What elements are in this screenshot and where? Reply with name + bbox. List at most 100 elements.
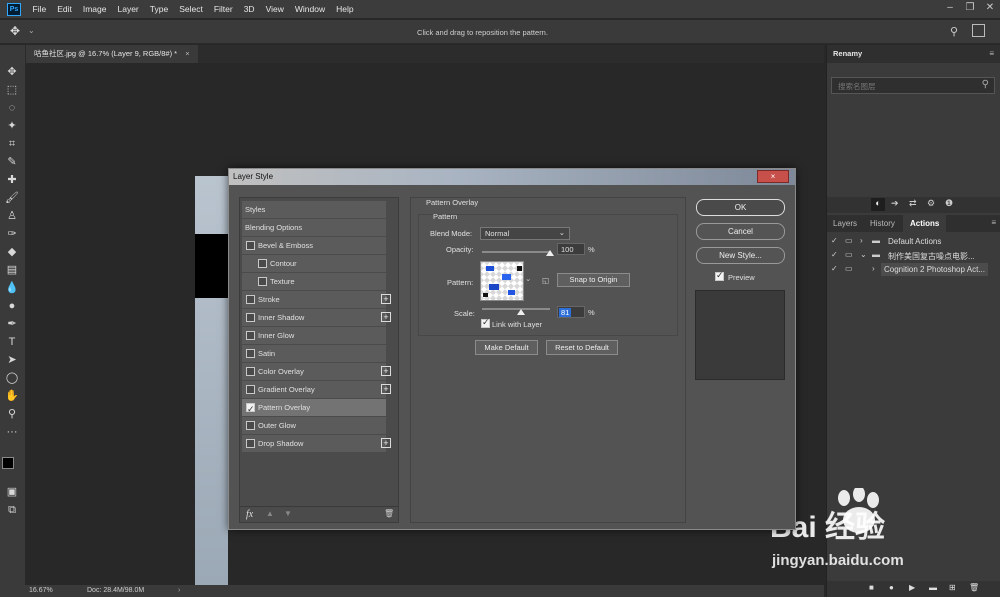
add-effect-icon[interactable]: + bbox=[381, 294, 391, 304]
checkmark-icon[interactable]: ✓ bbox=[831, 236, 838, 245]
pen-icon[interactable]: ✒ bbox=[4, 317, 20, 331]
new-style-button[interactable]: New Style... bbox=[696, 247, 785, 264]
link-with-layer-checkbox[interactable] bbox=[481, 317, 490, 328]
menu-icon[interactable]: ≡ bbox=[991, 218, 996, 227]
style-checkbox[interactable] bbox=[246, 241, 255, 250]
dodge-icon[interactable]: ● bbox=[4, 299, 20, 313]
add-effect-icon[interactable]: + bbox=[381, 366, 391, 376]
style-item-pattern-overlay[interactable]: Pattern Overlay bbox=[242, 399, 386, 418]
style-item-color-overlay[interactable]: Color Overlay + bbox=[242, 363, 391, 380]
dialog-title-bar[interactable]: Layer Style bbox=[229, 169, 795, 185]
delete-icon[interactable]: 🗑 bbox=[969, 583, 979, 592]
type-icon[interactable]: T bbox=[4, 335, 20, 349]
stop-icon[interactable]: ■ bbox=[869, 583, 874, 592]
add-effect-icon[interactable]: + bbox=[381, 438, 391, 448]
add-effect-icon[interactable]: + bbox=[381, 312, 391, 322]
menu-view[interactable]: View bbox=[260, 4, 289, 14]
stamp-icon[interactable]: ♙ bbox=[4, 209, 20, 223]
menu-window[interactable]: Window bbox=[289, 4, 330, 14]
trash-icon[interactable]: 🗑 bbox=[384, 509, 394, 518]
restore-icon[interactable]: ❐ bbox=[960, 0, 980, 18]
style-item-stroke[interactable]: Stroke + bbox=[242, 291, 391, 308]
arrow-icon[interactable]: ➔ bbox=[891, 198, 899, 209]
chevron-right-icon[interactable]: › bbox=[860, 236, 863, 245]
gradient-icon[interactable]: ▤ bbox=[4, 263, 20, 277]
scale-slider[interactable] bbox=[482, 308, 550, 315]
menu-image[interactable]: Image bbox=[77, 4, 112, 14]
opacity-slider-thumb[interactable] bbox=[546, 250, 554, 256]
eraser-icon[interactable]: ◆ bbox=[4, 245, 20, 259]
blur-icon[interactable]: 💧 bbox=[4, 281, 20, 295]
styles-header[interactable]: Styles bbox=[242, 201, 386, 218]
foreground-color-swatch[interactable] bbox=[2, 457, 14, 469]
dialog-toggle-icon[interactable]: ▭ bbox=[845, 236, 853, 245]
menu-edit[interactable]: Edit bbox=[52, 4, 78, 14]
menu-filter[interactable]: Filter bbox=[208, 4, 238, 14]
new-preset-icon[interactable]: ◱ bbox=[542, 276, 549, 285]
screen-mode-icon[interactable]: ⧉ bbox=[4, 503, 20, 517]
marquee-icon[interactable]: ⬚ bbox=[4, 83, 20, 97]
menu-file[interactable]: File bbox=[27, 4, 52, 14]
style-checkbox[interactable] bbox=[246, 421, 255, 430]
lasso-icon[interactable]: ◌ bbox=[4, 101, 20, 115]
shape-icon[interactable]: ◯ bbox=[4, 371, 20, 385]
pattern-swatch[interactable] bbox=[480, 261, 524, 301]
style-item-bevel-emboss[interactable]: Bevel & Emboss bbox=[242, 237, 386, 254]
opacity-input[interactable]: 100 bbox=[557, 243, 585, 255]
new-set-icon[interactable]: ▬ bbox=[929, 583, 937, 592]
style-checkbox[interactable] bbox=[258, 259, 267, 268]
chevron-right-icon[interactable]: › bbox=[872, 264, 875, 273]
reset-to-default-button[interactable]: Reset to Default bbox=[546, 340, 618, 355]
dialog-toggle-icon[interactable]: ▭ bbox=[845, 264, 853, 273]
style-checkbox[interactable] bbox=[246, 331, 255, 340]
style-checkbox[interactable] bbox=[246, 349, 255, 358]
style-checkbox[interactable] bbox=[246, 439, 255, 448]
crop-icon[interactable]: ⌗ bbox=[4, 137, 20, 151]
search-icon[interactable]: ⚲ bbox=[982, 79, 989, 90]
blend-mode-select[interactable]: Normal ⌄ bbox=[480, 227, 570, 240]
menu-layer[interactable]: Layer bbox=[112, 4, 144, 14]
style-item-inner-shadow[interactable]: Inner Shadow + bbox=[242, 309, 391, 326]
brush-icon[interactable]: 🖌 bbox=[4, 191, 20, 205]
scale-input[interactable]: 81 bbox=[557, 306, 585, 318]
move-icon[interactable]: ✥ bbox=[4, 65, 20, 79]
chevron-right-icon[interactable]: › bbox=[178, 587, 180, 594]
style-checkbox[interactable] bbox=[246, 385, 255, 394]
opacity-slider[interactable] bbox=[482, 250, 554, 256]
eyedropper-icon[interactable]: ✎ bbox=[4, 155, 20, 169]
close-window-icon[interactable]: ✕ bbox=[980, 0, 1000, 18]
path-select-icon[interactable]: ➤ bbox=[4, 353, 20, 367]
adjust-icon[interactable]: ⇄ bbox=[909, 198, 917, 209]
ok-button[interactable]: OK bbox=[696, 199, 785, 216]
new-action-icon[interactable]: ⊞ bbox=[949, 583, 956, 592]
menu-type[interactable]: Type bbox=[144, 4, 173, 14]
quick-mask-icon[interactable]: ▣ bbox=[4, 485, 20, 499]
style-item-contour[interactable]: Contour bbox=[242, 255, 386, 272]
history-brush-icon[interactable]: ✑ bbox=[4, 227, 20, 241]
more-tools-icon[interactable]: ··· bbox=[4, 425, 20, 439]
zoom-icon[interactable]: ⚲ bbox=[4, 407, 20, 421]
zoom-level[interactable]: 16.67% bbox=[29, 587, 53, 594]
info-icon[interactable]: ❶ bbox=[945, 198, 953, 209]
renamy-search-input[interactable]: 搜索名图层 ⚲ bbox=[831, 77, 995, 94]
tab-actions[interactable]: Actions bbox=[903, 215, 947, 232]
style-checkbox[interactable] bbox=[258, 277, 267, 286]
tab-history[interactable]: History bbox=[870, 219, 895, 228]
magic-wand-icon[interactable]: ✦ bbox=[4, 119, 20, 133]
menu-select[interactable]: Select bbox=[174, 4, 209, 14]
menu-help[interactable]: Help bbox=[331, 4, 359, 14]
move-down-icon[interactable]: ▼ bbox=[284, 509, 292, 518]
style-item-inner-glow[interactable]: Inner Glow bbox=[242, 327, 386, 344]
style-item-satin[interactable]: Satin bbox=[242, 345, 386, 362]
chevron-down-icon[interactable]: ⌄ bbox=[860, 250, 867, 259]
blending-options[interactable]: Blending Options bbox=[242, 219, 386, 236]
cancel-button[interactable]: Cancel bbox=[696, 223, 785, 240]
style-item-outer-glow[interactable]: Outer Glow bbox=[242, 417, 386, 434]
pattern-dropdown-icon[interactable]: ⌄ bbox=[525, 274, 531, 283]
move-up-icon[interactable]: ▲ bbox=[266, 509, 274, 518]
list-item[interactable]: ✓ ▭ › ▬ Default Actions bbox=[831, 236, 997, 249]
document-tab[interactable]: 咕鱼社区.jpg @ 16.7% (Layer 9, RGB/8#) * × bbox=[26, 45, 198, 63]
snap-to-origin-button[interactable]: Snap to Origin bbox=[557, 273, 630, 287]
close-tab-icon[interactable]: × bbox=[185, 49, 189, 58]
list-item[interactable]: ✓ ▭ ⌄ ▬ 制作美国复古噪点电影... bbox=[831, 250, 997, 263]
